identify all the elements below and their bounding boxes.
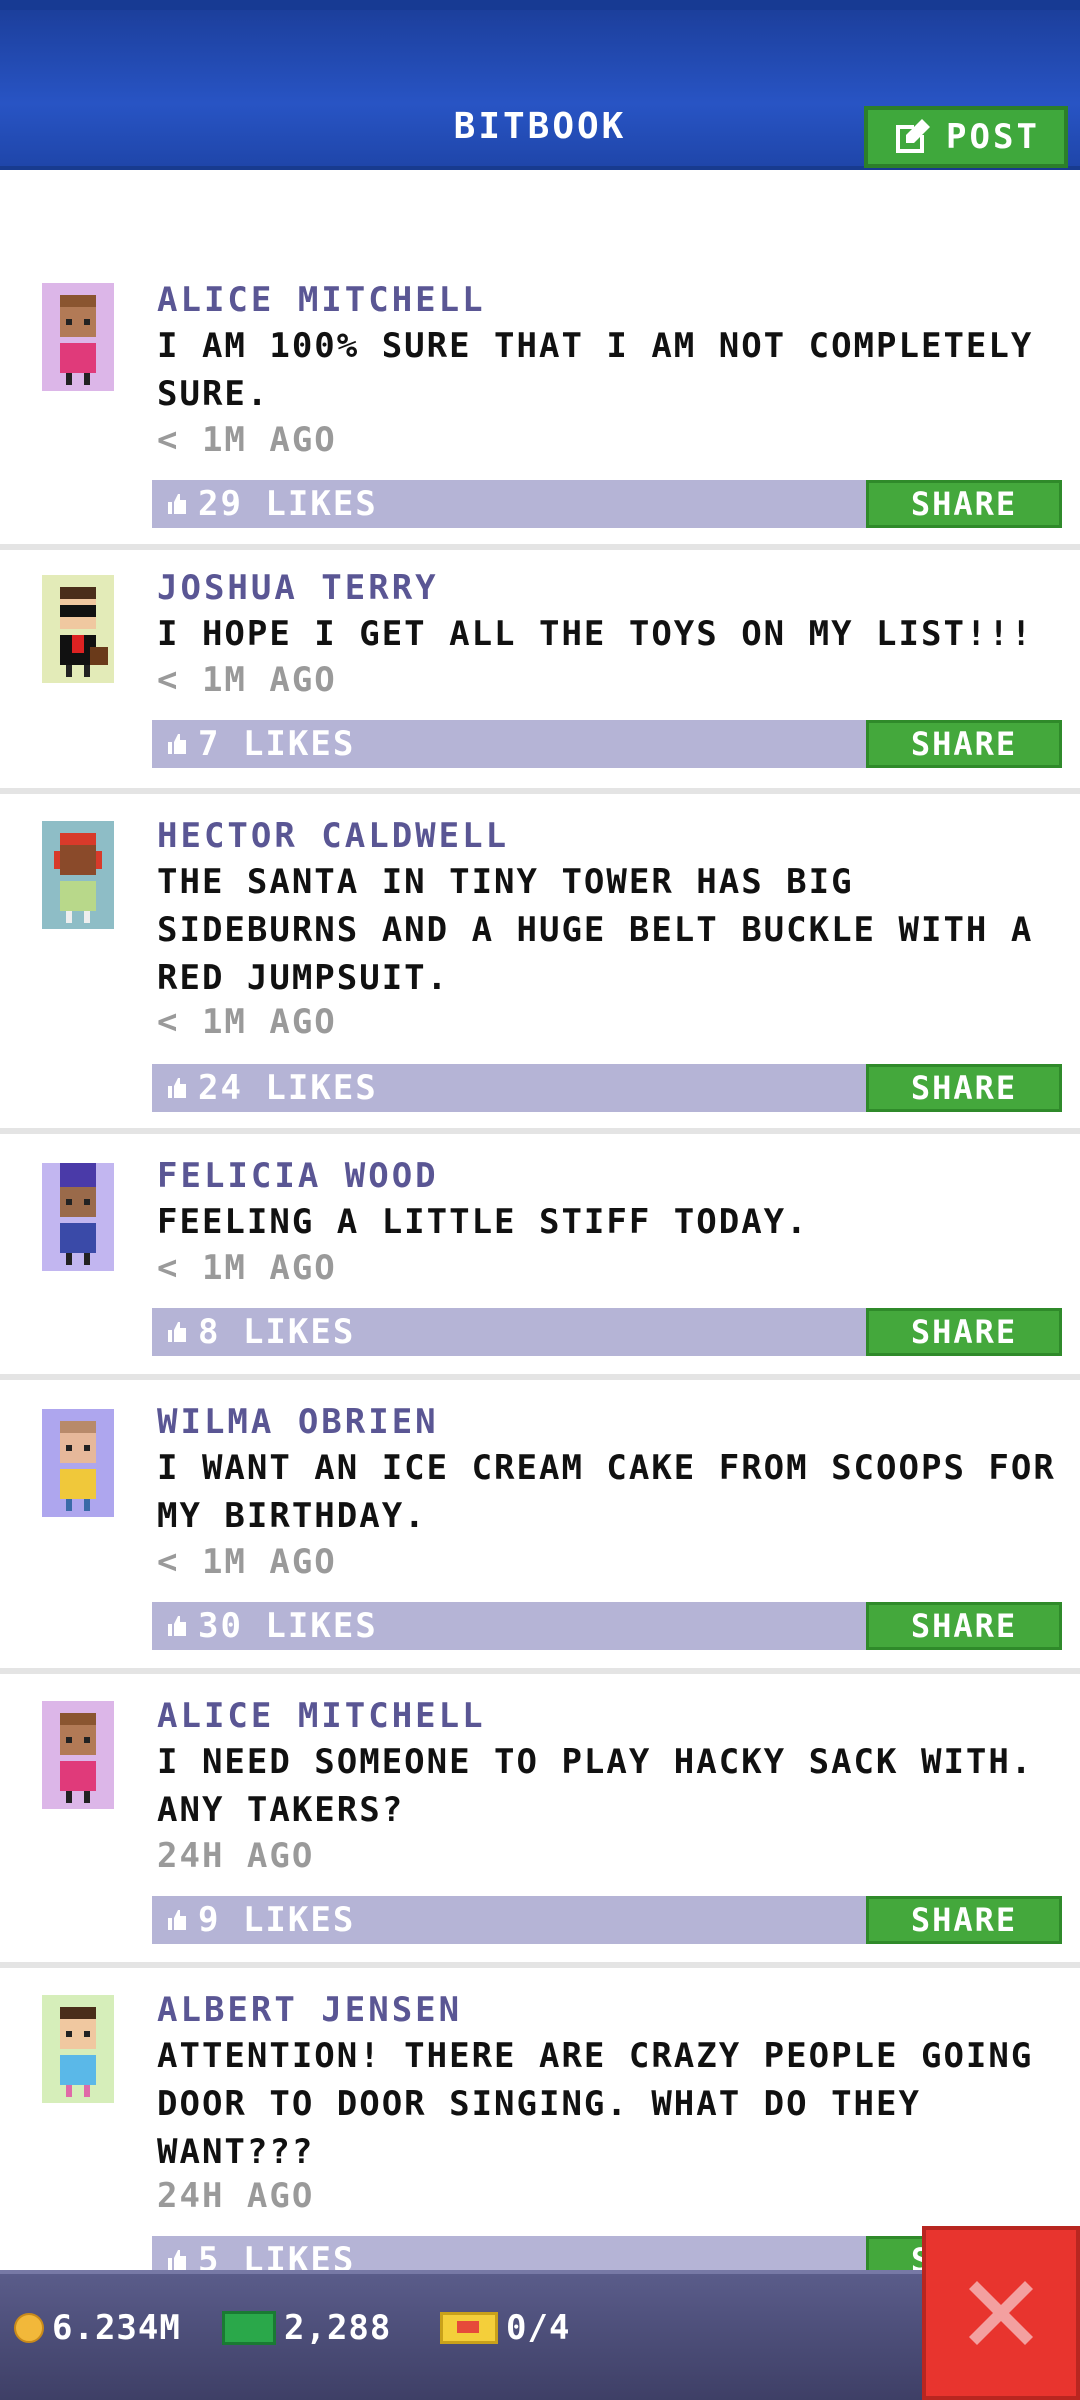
close-button[interactable] xyxy=(922,2226,1080,2400)
share-button[interactable]: SHARE xyxy=(866,480,1062,528)
post-time: 24H AGO xyxy=(157,1836,315,1876)
likes-count[interactable]: 24 LIKES xyxy=(166,1068,378,1108)
likes-bar: 29 LIKES SHARE xyxy=(152,480,1062,528)
post-time: < 1M AGO xyxy=(157,420,337,460)
ticket-icon xyxy=(440,2312,498,2344)
bux-value: 2,288 xyxy=(284,2308,392,2348)
thumbs-up-icon xyxy=(168,494,186,514)
post-message: ATTENTION! THERE ARE CRAZY PEOPLE GOING … xyxy=(157,2036,1034,2172)
post-button-label: POST xyxy=(946,117,1040,157)
coin-icon xyxy=(14,2313,44,2343)
thumbs-up-icon xyxy=(168,2250,186,2270)
coins-value: 6.234M xyxy=(52,2308,181,2348)
share-button[interactable]: SHARE xyxy=(866,1064,1062,1112)
post-message: THE SANTA IN TINY TOWER HAS BIG SIDEBURN… xyxy=(157,862,1034,998)
post-author[interactable]: HECTOR CALDWELL xyxy=(157,816,509,856)
likes-count[interactable]: 5 LIKES xyxy=(166,2240,355,2270)
post-time: < 1M AGO xyxy=(157,1248,337,1288)
avatar[interactable] xyxy=(20,1156,136,1272)
tickets-stat: 0/4 xyxy=(440,2308,570,2348)
edit-icon xyxy=(896,119,931,153)
thumbs-up-icon xyxy=(168,734,186,754)
feed-post: ALICE MITCHELL I NEED SOMEONE TO PLAY HA… xyxy=(0,1694,1080,1956)
thumbs-up-icon xyxy=(168,1322,186,1342)
post-author[interactable]: WILMA OBRIEN xyxy=(157,1402,439,1442)
likes-count[interactable]: 7 LIKES xyxy=(166,724,355,764)
divider xyxy=(0,544,1080,550)
post-button[interactable]: POST xyxy=(864,106,1068,168)
divider xyxy=(0,1668,1080,1674)
app-header: BITBOOK POST xyxy=(0,0,1080,170)
post-message: I WANT AN ICE CREAM CAKE FROM SCOOPS FOR… xyxy=(157,1448,1056,1536)
divider xyxy=(0,1962,1080,1968)
bux-stat: 2,288 xyxy=(222,2308,391,2348)
post-author[interactable]: JOSHUA TERRY xyxy=(157,568,439,608)
feed-post: FELICIA WOOD FEELING A LITTLE STIFF TODA… xyxy=(0,1156,1080,1376)
post-message: I NEED SOMEONE TO PLAY HACKY SACK WITH. … xyxy=(157,1742,1034,1830)
coins-stat: 6.234M xyxy=(14,2308,181,2348)
share-button[interactable]: SHARE xyxy=(866,720,1062,768)
avatar[interactable] xyxy=(20,276,136,392)
feed-post: ALBERT JENSEN ATTENTION! THERE ARE CRAZY… xyxy=(0,1988,1080,2270)
post-time: < 1M AGO xyxy=(157,1542,337,1582)
status-bar: 6.234M 2,288 0/4 xyxy=(0,2270,1080,2400)
share-button[interactable]: SHARE xyxy=(866,1308,1062,1356)
feed-post: HECTOR CALDWELL THE SANTA IN TINY TOWER … xyxy=(0,814,1080,1124)
likes-count[interactable]: 9 LIKES xyxy=(166,1900,355,1940)
post-author[interactable]: ALICE MITCHELL xyxy=(157,280,486,320)
likes-bar: 7 LIKES SHARE xyxy=(152,720,1062,768)
post-author[interactable]: FELICIA WOOD xyxy=(157,1156,439,1196)
divider xyxy=(0,1128,1080,1134)
feed-list[interactable]: ALICE MITCHELL I AM 100% SURE THAT I AM … xyxy=(0,170,1080,2270)
close-icon xyxy=(969,2281,1033,2345)
post-author[interactable]: ALICE MITCHELL xyxy=(157,1696,486,1736)
divider xyxy=(0,788,1080,794)
avatar[interactable] xyxy=(20,568,136,684)
post-time: < 1M AGO xyxy=(157,1002,337,1042)
thumbs-up-icon xyxy=(168,1078,186,1098)
avatar[interactable] xyxy=(20,1694,136,1810)
feed-post: WILMA OBRIEN I WANT AN ICE CREAM CAKE FR… xyxy=(0,1402,1080,1664)
divider xyxy=(0,1374,1080,1380)
post-time: 24H AGO xyxy=(157,2176,315,2216)
post-message: FEELING A LITTLE STIFF TODAY. xyxy=(157,1202,809,1242)
likes-bar: 8 LIKES SHARE xyxy=(152,1308,1062,1356)
feed-post: ALICE MITCHELL I AM 100% SURE THAT I AM … xyxy=(0,276,1080,536)
likes-bar: 24 LIKES SHARE xyxy=(152,1064,1062,1112)
share-button[interactable]: SHARE xyxy=(866,1896,1062,1944)
likes-count[interactable]: 29 LIKES xyxy=(166,484,378,524)
thumbs-up-icon xyxy=(168,1910,186,1930)
post-message: I AM 100% SURE THAT I AM NOT COMPLETELY … xyxy=(157,326,1034,414)
post-author[interactable]: ALBERT JENSEN xyxy=(157,1990,462,2030)
thumbs-up-icon xyxy=(168,1616,186,1636)
avatar[interactable] xyxy=(20,1402,136,1518)
bux-icon xyxy=(222,2311,276,2345)
likes-bar: 9 LIKES SHARE xyxy=(152,1896,1062,1944)
avatar[interactable] xyxy=(20,1988,136,2104)
likes-bar: 30 LIKES SHARE xyxy=(152,1602,1062,1650)
tickets-value: 0/4 xyxy=(506,2308,571,2348)
avatar[interactable] xyxy=(20,814,136,930)
likes-count[interactable]: 8 LIKES xyxy=(166,1312,355,1352)
likes-count[interactable]: 30 LIKES xyxy=(166,1606,378,1646)
post-message: I HOPE I GET ALL THE TOYS ON MY LIST!!! xyxy=(157,614,1034,654)
post-time: < 1M AGO xyxy=(157,660,337,700)
share-button[interactable]: SHARE xyxy=(866,1602,1062,1650)
feed-post: JOSHUA TERRY I HOPE I GET ALL THE TOYS O… xyxy=(0,568,1080,788)
